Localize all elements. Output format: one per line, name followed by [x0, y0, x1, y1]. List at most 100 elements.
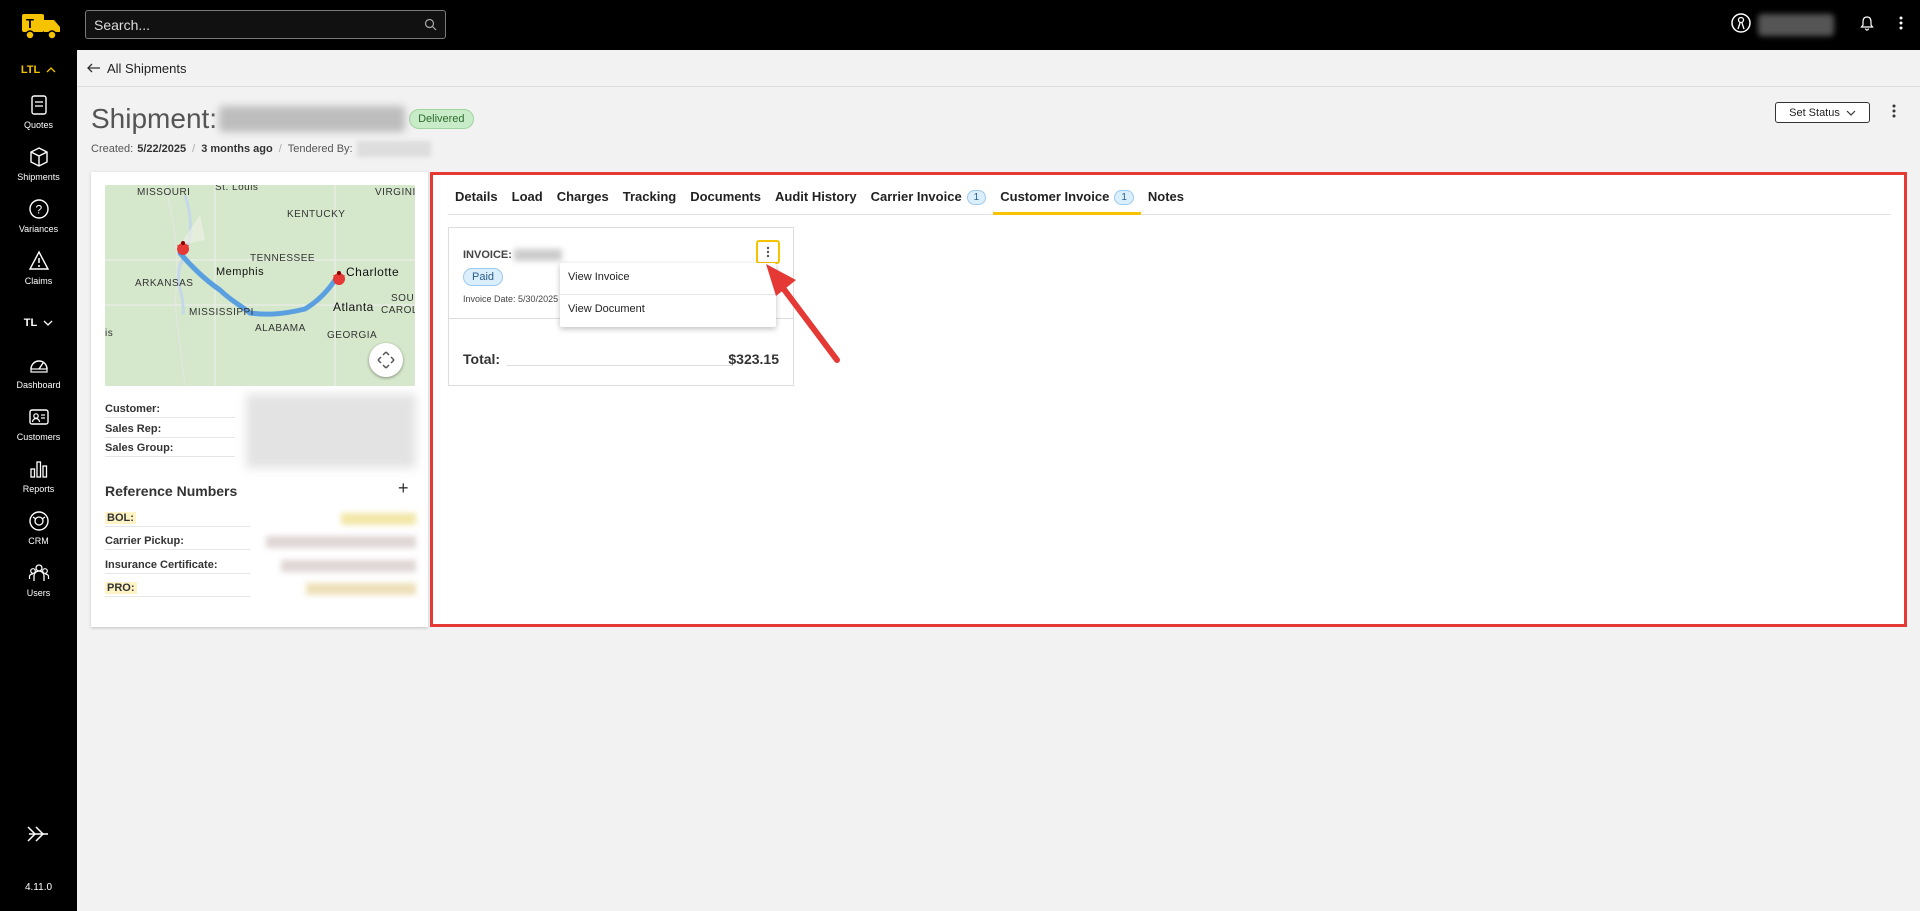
sidebar-item-label: Quotes: [23, 120, 54, 130]
map-label: GEORGIA: [327, 330, 378, 341]
tab-label: Details: [455, 189, 498, 204]
reports-icon: [29, 461, 47, 478]
tab-label: Notes: [1147, 189, 1185, 204]
tab-charges[interactable]: Charges: [550, 185, 616, 215]
reference-row-pro: PRO:: [105, 582, 250, 597]
map-label: Atlanta: [333, 300, 374, 314]
map-fullscreen-icon[interactable]: [369, 343, 403, 377]
breadcrumb-label: All Shipments: [107, 60, 187, 76]
sidebar-item-label: Variances: [18, 224, 59, 234]
add-reference-icon[interactable]: +: [398, 478, 409, 499]
sidebar-item-dashboard[interactable]: Dashboard: [0, 354, 77, 390]
search-icon: [424, 18, 437, 36]
sidebar-item-label: Claims: [24, 276, 53, 286]
sidebar-item-crm[interactable]: CRM: [0, 510, 77, 546]
invoice-date-value: 5/30/2025: [518, 294, 559, 304]
arrow-left-icon: [87, 61, 101, 76]
sidebar-item-label: Reports: [22, 484, 55, 494]
sales-group-label: Sales Group:: [105, 442, 235, 457]
bell-icon[interactable]: [1860, 15, 1874, 36]
status-badge: Delivered: [409, 109, 474, 129]
chevron-up-icon: [46, 64, 56, 76]
meta-separator: /: [192, 143, 196, 155]
map-label: SOU: [391, 293, 415, 304]
variances-icon: ?: [28, 199, 49, 219]
shipment-more-options-icon[interactable]: [1891, 103, 1897, 124]
created-label: Created:: [91, 143, 134, 155]
sidebar-item-customers[interactable]: Customers: [0, 406, 77, 442]
search-box[interactable]: [85, 10, 446, 39]
crm-icon: [28, 511, 49, 531]
sidebar-item-label: Shipments: [17, 172, 60, 182]
sidebar-item-users[interactable]: Users: [0, 562, 77, 598]
map-label: MISSOURI: [137, 187, 191, 198]
invoice-label: INVOICE:: [463, 249, 512, 261]
map-label: Memphis: [216, 266, 265, 278]
tab-count-badge: 1: [1114, 190, 1134, 205]
divider: [507, 365, 732, 366]
tab-tracking[interactable]: Tracking: [616, 185, 683, 215]
shipment-summary-card: MISSOURI St. Louis VIRGINI KENTUCKY TENN…: [91, 172, 428, 627]
shipments-icon: [29, 147, 48, 167]
tab-label: Customer Invoice: [1000, 189, 1110, 204]
svg-text:?: ?: [35, 203, 42, 217]
tab-audit-history[interactable]: Audit History: [768, 185, 864, 215]
sidebar-item-shipments[interactable]: Shipments: [0, 146, 77, 182]
invoice-date-label: Invoice Date:: [463, 294, 516, 304]
invoice-number: INVOICE:: [463, 249, 562, 261]
expand-sidebar-icon[interactable]: [26, 825, 50, 848]
sidebar-section-label: TL: [23, 317, 38, 329]
tab-notes[interactable]: Notes: [1141, 185, 1191, 215]
invoice-status-badge: Paid: [463, 268, 504, 286]
tendered-by-redacted: [356, 141, 431, 157]
created-age: 3 months ago: [201, 143, 273, 155]
back-link-all-shipments[interactable]: All Shipments: [87, 61, 186, 76]
sidebar-item-label: Users: [26, 588, 51, 598]
top-bar: T: [0, 0, 1920, 50]
tab-customer-invoice[interactable]: Customer Invoice 1: [993, 185, 1141, 215]
invoice-actions-menu: View Invoice View Document: [560, 263, 776, 327]
tab-label: Tracking: [622, 189, 677, 204]
reference-row-carrier-pickup: Carrier Pickup:: [105, 535, 250, 550]
shipment-id-redacted: [219, 106, 406, 132]
reference-value-redacted: [266, 536, 416, 548]
reference-row-insurance: Insurance Certificate:: [105, 559, 250, 574]
set-status-button[interactable]: Set Status: [1775, 102, 1870, 123]
reference-row-bol: BOL:: [105, 512, 250, 527]
top-right-controls: [1730, 0, 1920, 50]
route-map[interactable]: MISSOURI St. Louis VIRGINI KENTUCKY TENN…: [105, 185, 415, 386]
tab-label: Carrier Invoice: [870, 189, 962, 204]
sidebar-item-label: CRM: [28, 536, 49, 546]
more-vertical-icon: [766, 246, 770, 258]
map-label: ALABAMA: [255, 323, 306, 334]
reference-label: Carrier Pickup:: [105, 535, 184, 547]
sidebar-item-claims[interactable]: Claims: [0, 250, 77, 286]
dashboard-icon: [29, 360, 48, 373]
tab-carrier-invoice[interactable]: Carrier Invoice 1: [864, 185, 994, 215]
map-label: ARKANSAS: [135, 278, 194, 289]
tab-details[interactable]: Details: [448, 185, 505, 215]
more-options-icon[interactable]: [1898, 15, 1904, 36]
sidebar-item-quotes[interactable]: Quotes: [0, 94, 77, 130]
claims-icon: [28, 250, 49, 270]
menu-item-view-invoice[interactable]: View Invoice: [560, 263, 776, 295]
reference-label: PRO:: [105, 582, 137, 594]
invoice-number-redacted: [513, 249, 562, 261]
user-name-redacted[interactable]: [1758, 14, 1834, 36]
tab-documents[interactable]: Documents: [683, 185, 768, 215]
reference-label: Insurance Certificate:: [105, 559, 218, 571]
quotes-icon: [30, 95, 47, 115]
tab-count-badge: 1: [966, 190, 987, 205]
sidebar-section-ltl[interactable]: LTL: [0, 64, 77, 76]
menu-item-view-document[interactable]: View Document: [560, 295, 776, 327]
sidebar-item-reports[interactable]: Reports: [0, 458, 77, 494]
customer-details-redacted: [246, 394, 416, 468]
search-input[interactable]: [86, 11, 445, 38]
tab-load[interactable]: Load: [505, 185, 550, 215]
sidebar-section-tl[interactable]: TL: [0, 317, 77, 329]
set-status-label: Set Status: [1789, 106, 1840, 119]
app-logo-icon[interactable]: T: [20, 10, 64, 40]
user-account-icon[interactable]: [1730, 12, 1752, 39]
sidebar-item-variances[interactable]: ? Variances: [0, 198, 77, 234]
map-label: Charlotte: [346, 265, 400, 279]
